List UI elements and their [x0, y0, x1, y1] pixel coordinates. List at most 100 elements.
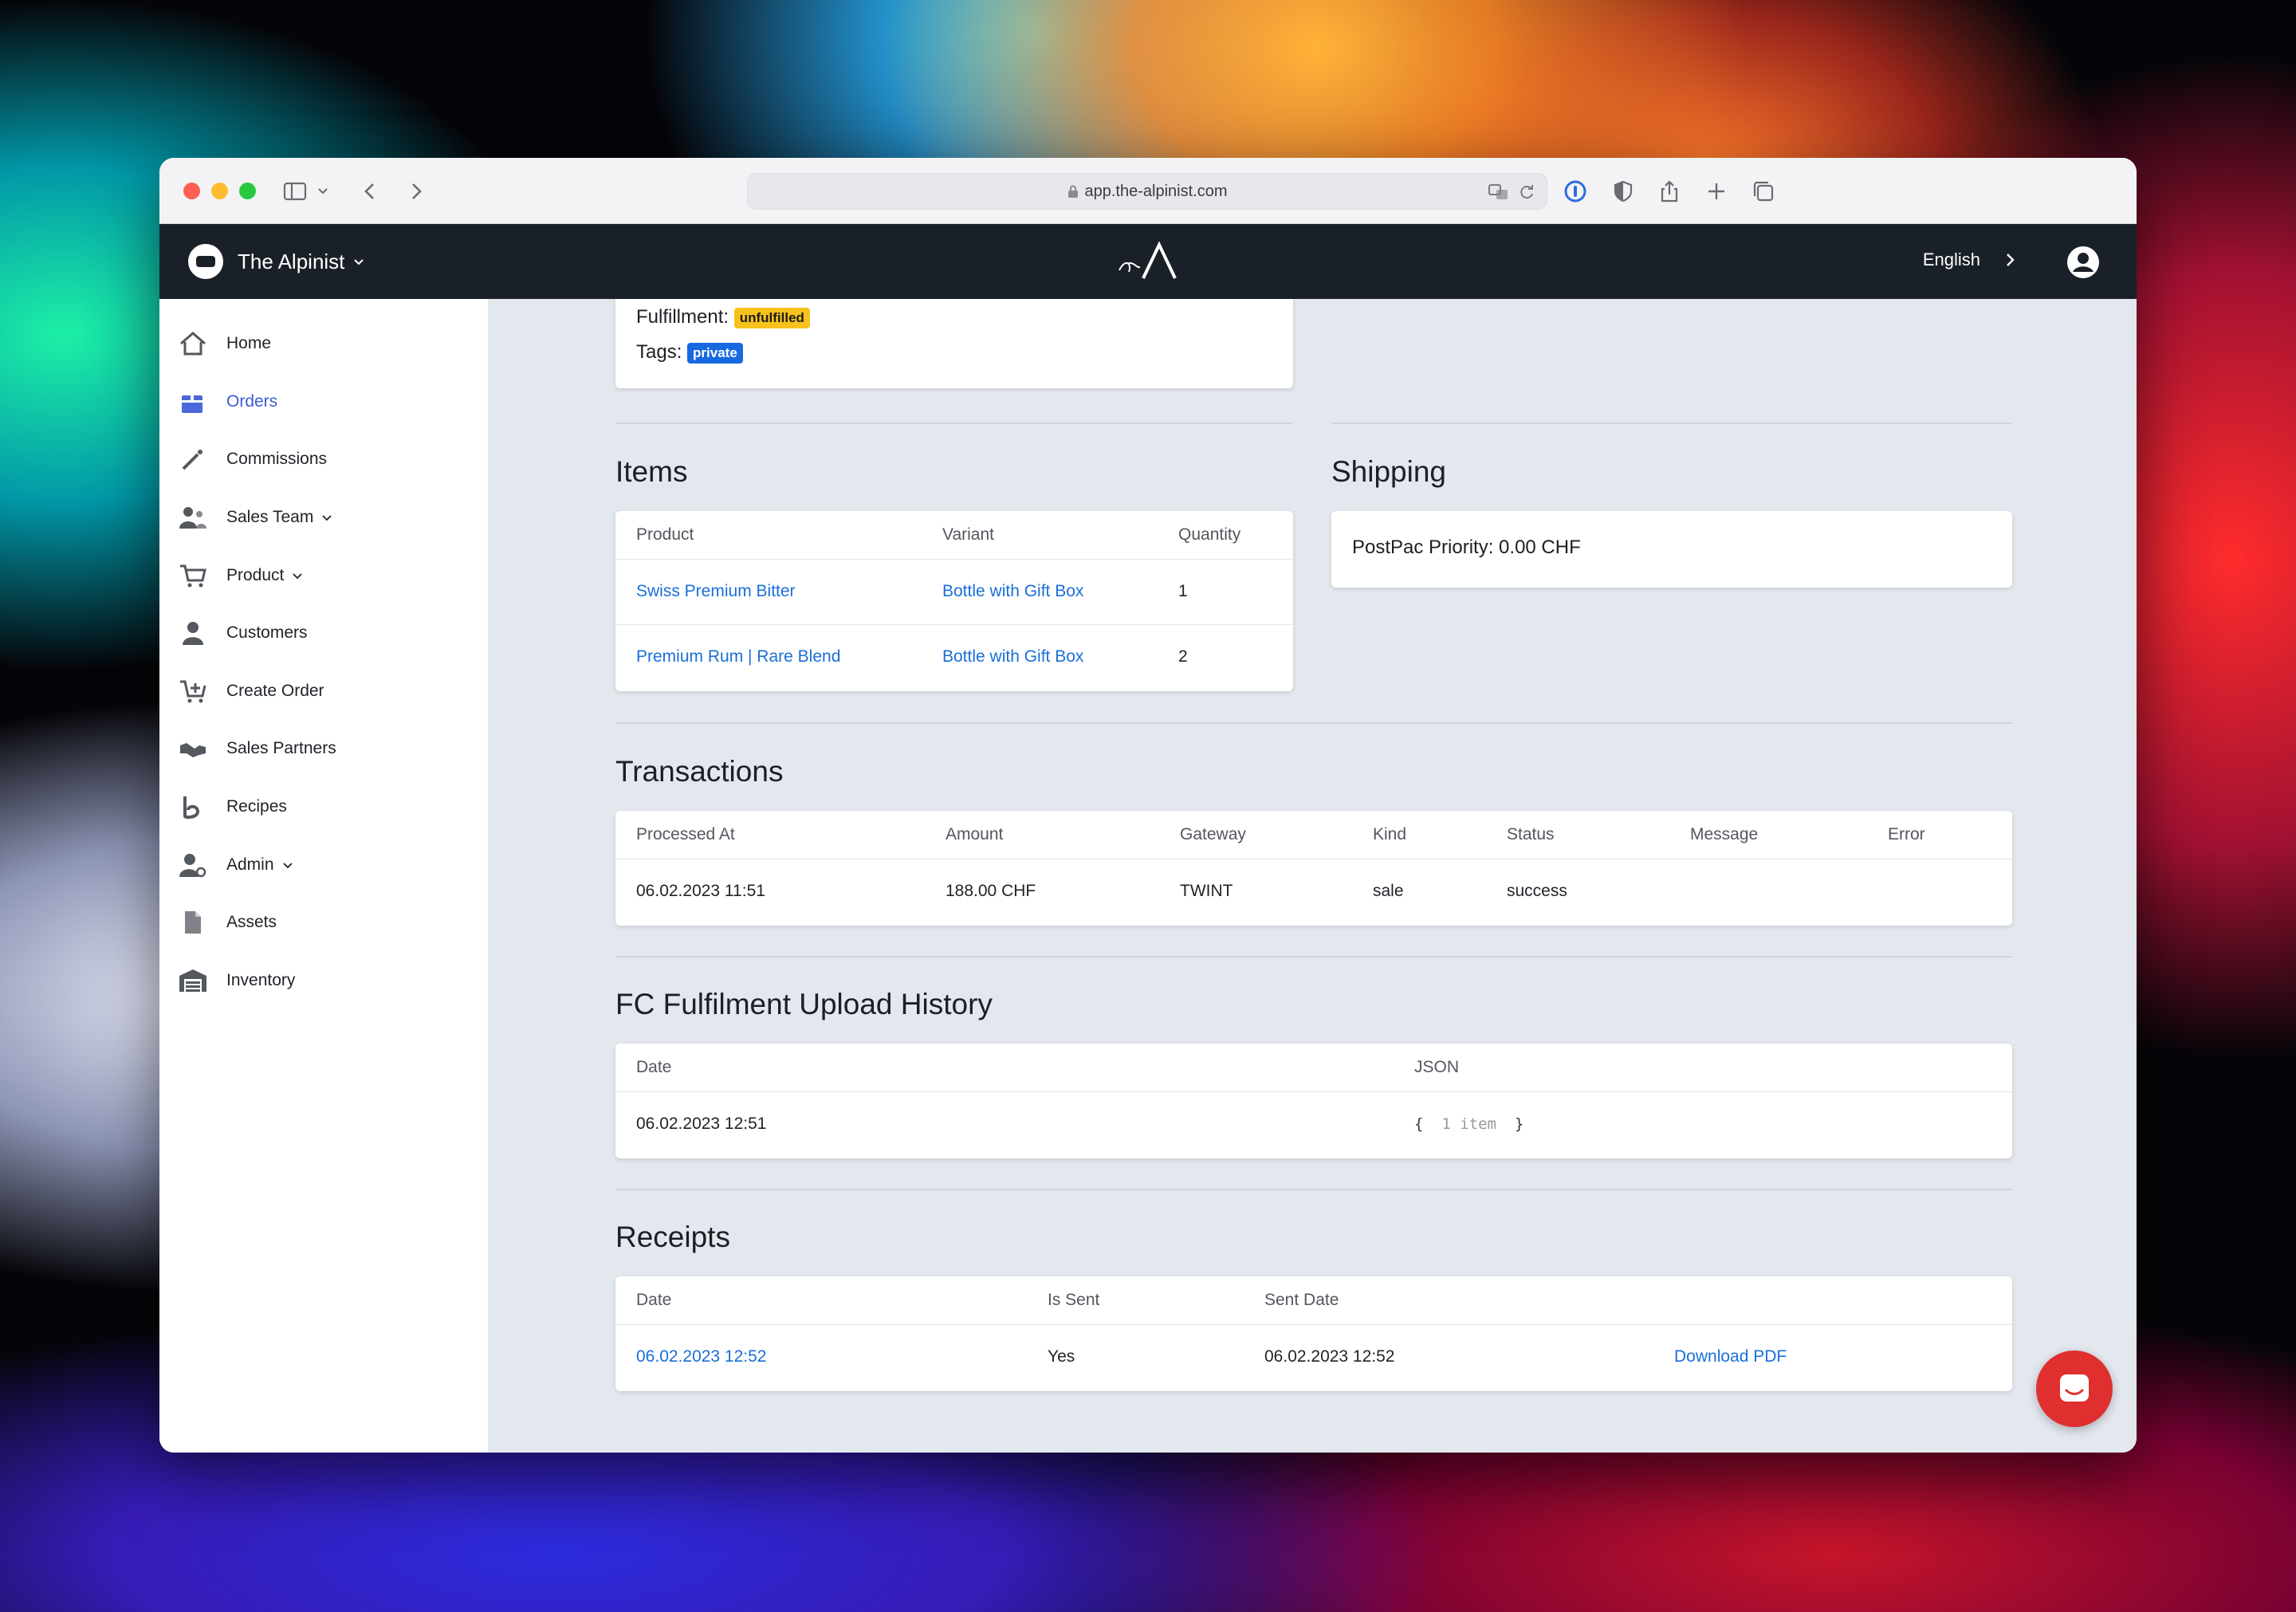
receipt-date-link[interactable]: 06.02.2023 12:52 [636, 1347, 767, 1366]
sidebar-item-customers[interactable]: Customers [159, 604, 488, 662]
product-link[interactable]: Premium Rum | Rare Blend [636, 647, 840, 666]
sidebar-item-sales-team[interactable]: Sales Team [159, 489, 488, 547]
json-viewer[interactable]: { 1 item } [1414, 1115, 1523, 1133]
column-header-actions [1653, 1276, 2012, 1325]
table-row: 06.02.2023 12:51 { 1 item } [615, 1091, 2012, 1157]
cart-plus-icon [179, 678, 207, 704]
column-header-sent-date: Sent Date [1244, 1276, 1653, 1325]
sidebar-toggle-icon[interactable] [282, 179, 308, 204]
user-account-icon[interactable] [2066, 246, 2100, 279]
minimize-window-button[interactable] [211, 183, 228, 199]
quantity-cell: 1 [1158, 559, 1293, 625]
brand-name: The Alpinist [238, 249, 345, 273]
tab-overview-icon[interactable] [1751, 179, 1776, 204]
divider [615, 423, 1293, 424]
back-arrow-icon[interactable] [357, 179, 383, 204]
variant-link[interactable]: Bottle with Gift Box [942, 647, 1083, 666]
lock-icon [1067, 185, 1078, 198]
language-selector[interactable]: English [1923, 250, 2017, 270]
sidebar-item-product[interactable]: Product [159, 546, 488, 604]
json-close-brace: } [1514, 1115, 1524, 1134]
translate-icon[interactable] [1488, 183, 1510, 202]
column-header-kind: Kind [1352, 811, 1486, 859]
chevron-right-icon [2007, 254, 2015, 266]
fc-history-table: Date JSON 06.02.2023 12:51 { 1 item} [615, 1044, 2012, 1157]
recipes-icon [179, 794, 207, 820]
chevron-down-icon [282, 863, 293, 868]
items-title: Items [615, 455, 688, 488]
sidebar-item-orders[interactable]: Orders [159, 373, 488, 431]
product-link[interactable]: Swiss Premium Bitter [636, 582, 796, 600]
table-row: Swiss Premium Bitter Bottle with Gift Bo… [615, 559, 1293, 625]
sidebar-item-inventory[interactable]: Inventory [159, 952, 488, 1010]
column-header-processed-at: Processed At [615, 811, 925, 859]
sidebar-item-assets[interactable]: Assets [159, 894, 488, 952]
column-header-date: Date [615, 1276, 1027, 1325]
fulfillment-status-badge: unfulfilled [733, 307, 810, 328]
sidebar-nav: Home Orders Commissions Sales Team Produ… [159, 299, 488, 1453]
sidebar-item-label: Sales Team [226, 508, 314, 527]
download-pdf-link[interactable]: Download PDF [1674, 1347, 1787, 1366]
column-header-is-sent: Is Sent [1027, 1276, 1244, 1325]
share-icon[interactable] [1657, 179, 1682, 204]
url-text: app.the-alpinist.com [1084, 182, 1228, 200]
handshake-icon [179, 736, 207, 761]
sidebar-item-commissions[interactable]: Commissions [159, 431, 488, 489]
close-window-button[interactable] [183, 183, 200, 199]
variant-link[interactable]: Bottle with Gift Box [942, 582, 1083, 600]
chat-icon [2060, 1374, 2089, 1402]
file-icon [179, 910, 207, 935]
order-detail-content[interactable]: Fulfillment: unfulfilled Tags: private I… [488, 299, 2137, 1453]
home-icon [179, 331, 207, 356]
address-bar[interactable]: app.the-alpinist.com [747, 173, 1547, 210]
sidebar-item-label: Product [226, 565, 285, 584]
sidebar-item-sales-partners[interactable]: Sales Partners [159, 720, 488, 778]
reload-icon[interactable] [1518, 183, 1535, 202]
sidebar-item-create-order[interactable]: Create Order [159, 662, 488, 721]
json-summary: 1 item [1441, 1115, 1496, 1134]
json-open-brace: { [1414, 1115, 1424, 1134]
receipts-title: Receipts [615, 1221, 730, 1253]
password-manager-icon[interactable] [1563, 179, 1588, 204]
column-header-amount: Amount [925, 811, 1159, 859]
tag-badge: private [687, 342, 743, 364]
column-header-product: Product [615, 511, 922, 560]
sidebar-item-label: Home [226, 334, 272, 353]
new-tab-icon[interactable] [1704, 179, 1729, 204]
customers-icon [179, 620, 207, 646]
window-controls [183, 183, 256, 199]
sidebar-item-home[interactable]: Home [159, 315, 488, 373]
sidebar-item-label: Orders [226, 391, 278, 411]
sidebar-item-label: Sales Partners [226, 739, 336, 758]
warehouse-icon [179, 968, 207, 993]
sidebar-item-label: Create Order [226, 681, 324, 700]
sidebar-item-label: Recipes [226, 797, 287, 816]
sidebar-item-admin[interactable]: Admin [159, 835, 488, 894]
kind-cell: sale [1373, 882, 1404, 901]
sales-team-icon [179, 505, 207, 530]
quantity-cell: 2 [1178, 647, 1188, 666]
maximize-window-button[interactable] [239, 183, 256, 199]
column-header-date: Date [615, 1044, 1394, 1092]
table-row: Premium Rum | Rare Blend Bottle with Gif… [615, 624, 1293, 690]
column-header-json: JSON [1394, 1044, 2012, 1092]
cart-icon [179, 563, 207, 588]
sidebar-item-label: Commissions [226, 450, 328, 469]
brand-logo-icon [188, 244, 223, 279]
chat-widget-button[interactable] [2036, 1351, 2113, 1427]
alpinist-logo-icon [1119, 241, 1177, 279]
app-navbar: The Alpinist English [159, 224, 2137, 299]
brand-switcher[interactable]: The Alpinist [188, 244, 365, 279]
chevron-down-icon[interactable] [316, 179, 330, 204]
column-header-gateway: Gateway [1159, 811, 1352, 859]
processed-at-cell: 06.02.2023 11:51 [636, 882, 765, 901]
shipping-card: PostPac Priority: 0.00 CHF [1331, 511, 2012, 588]
sidebar-item-label: Inventory [226, 970, 296, 989]
forward-arrow-icon[interactable] [403, 179, 429, 204]
date-cell: 06.02.2023 12:51 [636, 1115, 767, 1134]
column-header-error: Error [1867, 811, 2012, 859]
transactions-title: Transactions [615, 755, 784, 788]
sidebar-item-recipes[interactable]: Recipes [159, 778, 488, 836]
items-table: Product Variant Quantity Swiss Premium B… [615, 511, 1293, 690]
shield-icon[interactable] [1610, 179, 1636, 204]
